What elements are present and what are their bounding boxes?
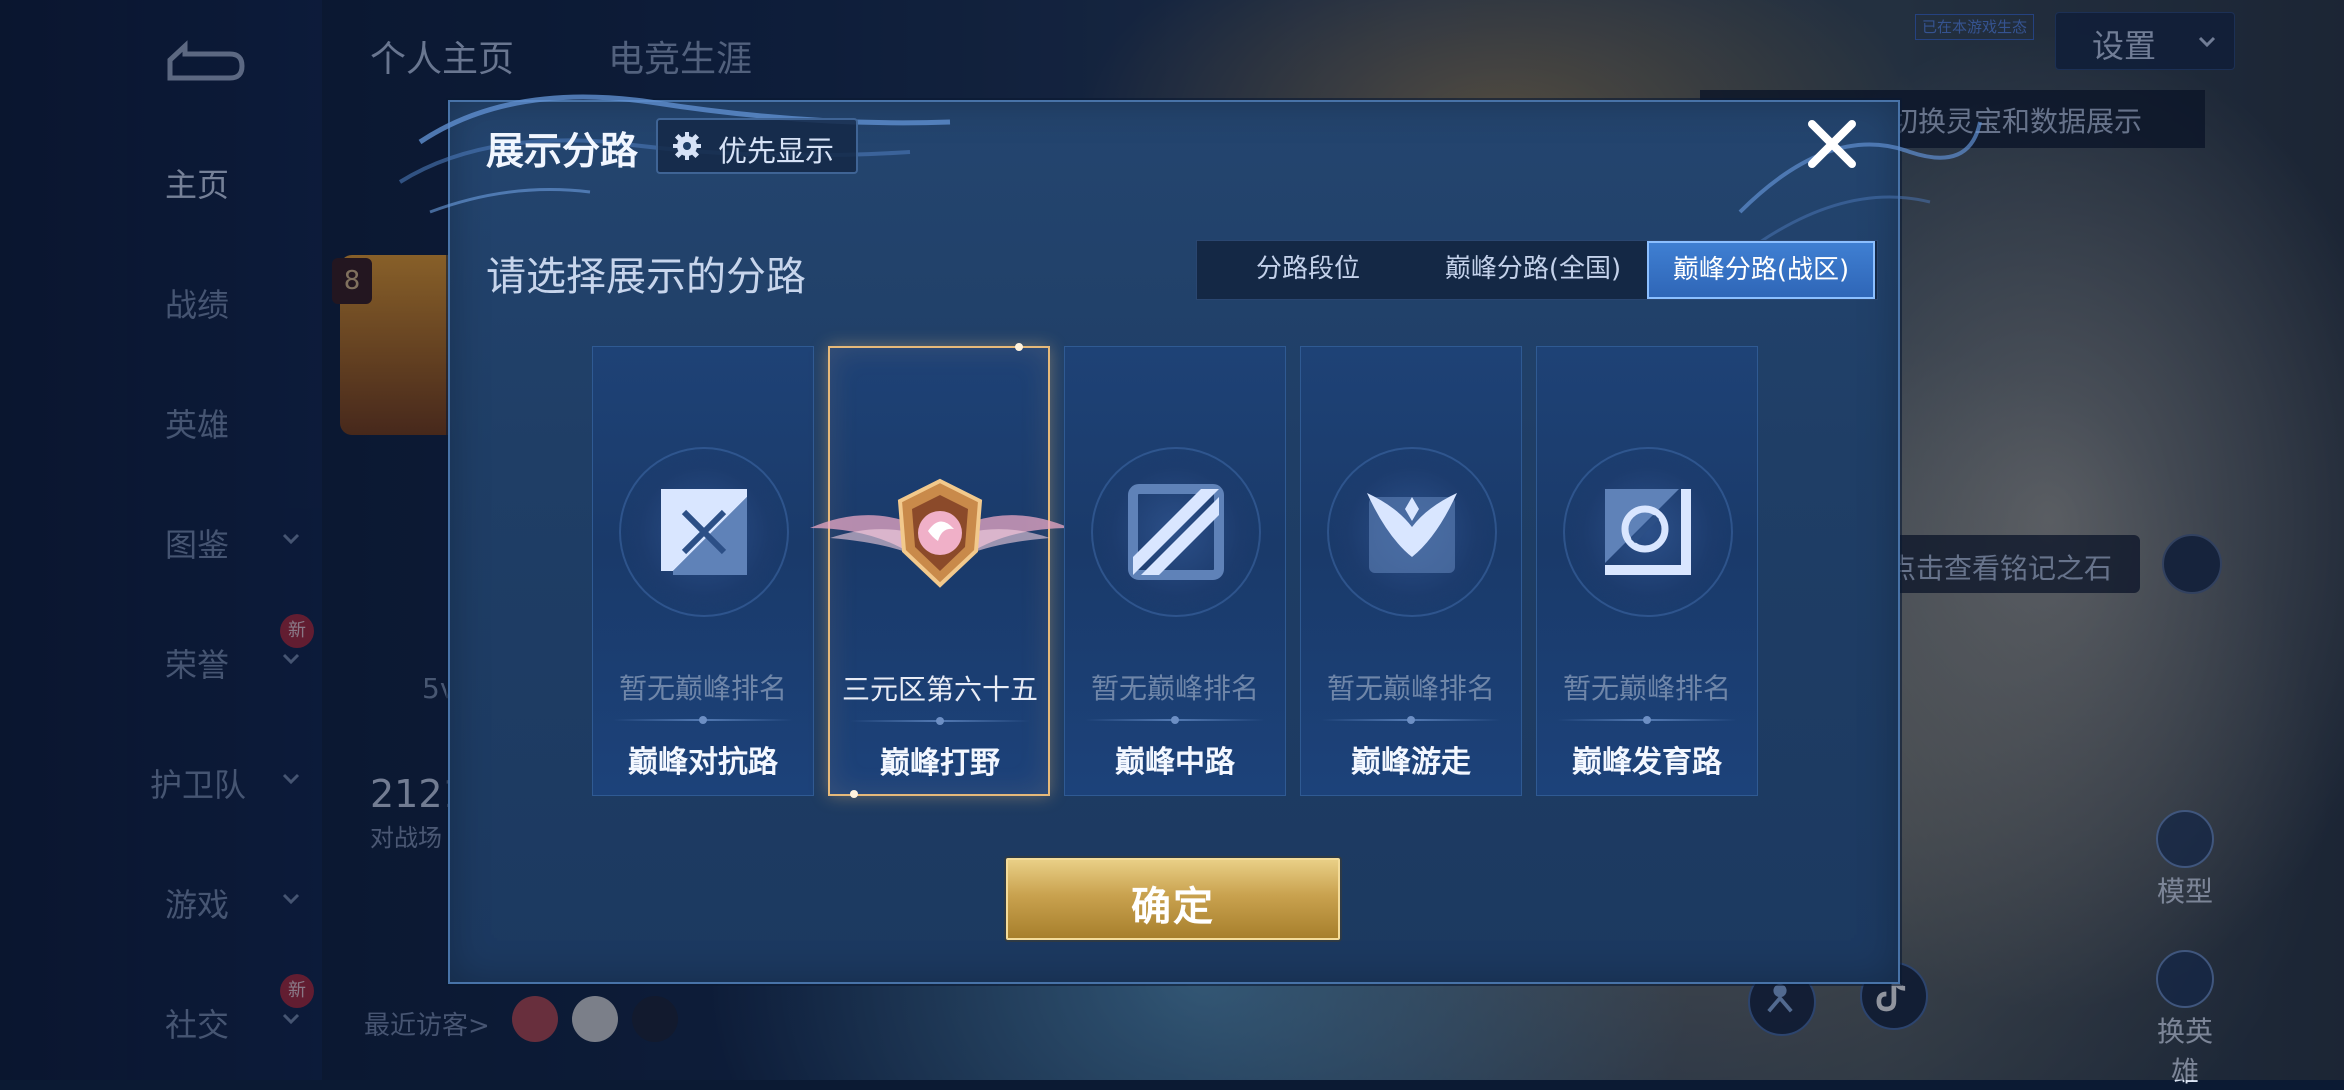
farm-lane-icon bbox=[1605, 489, 1691, 575]
selection-sparkle bbox=[850, 790, 858, 798]
lane-name: 巅峰打野 bbox=[880, 746, 1000, 781]
lane-name: 巅峰游走 bbox=[1351, 745, 1471, 780]
lane-card-mid[interactable]: 暂无巅峰排名 巅峰中路 bbox=[1064, 346, 1286, 796]
dialog-title: 展示分路 bbox=[486, 129, 639, 173]
confirm-label: 确定 bbox=[1131, 884, 1215, 930]
lane-display-dialog: 展示分路 优先显示 请选择展示的分路 分路段位 巅峰分路(全国) 巅峰分路(战区… bbox=[398, 94, 1982, 984]
rank-text: 暂无巅峰排名 bbox=[618, 672, 787, 705]
lane-card-farm[interactable]: 暂无巅峰排名 巅峰发育路 bbox=[1536, 346, 1758, 796]
lane-source-tabs: 分路段位 巅峰分路(全国) 巅峰分路(战区) bbox=[1196, 240, 1878, 300]
divider bbox=[1321, 716, 1501, 724]
tab-lane-rank[interactable]: 分路段位 bbox=[1197, 241, 1419, 299]
tab-peak-national[interactable]: 巅峰分路(全国) bbox=[1419, 241, 1647, 299]
gear-icon bbox=[673, 132, 701, 160]
selection-sparkle bbox=[1015, 343, 1023, 351]
divider bbox=[1557, 716, 1737, 724]
divider bbox=[1085, 716, 1265, 724]
confirm-button[interactable]: 确定 bbox=[1006, 858, 1340, 940]
divider bbox=[613, 716, 793, 724]
divider bbox=[850, 717, 1030, 725]
rank-text: 三元区第六十五 bbox=[841, 673, 1038, 706]
rank-text: 暂无巅峰排名 bbox=[1326, 672, 1495, 705]
rank-text: 暂无巅峰排名 bbox=[1562, 672, 1731, 705]
clash-lane-icon bbox=[661, 489, 747, 575]
priority-display-label: 优先显示 bbox=[718, 134, 835, 168]
mid-lane-icon bbox=[1128, 484, 1224, 580]
tab-peak-region[interactable]: 巅峰分路(战区) bbox=[1647, 241, 1875, 299]
lane-name: 巅峰发育路 bbox=[1572, 745, 1722, 780]
jungle-emblem-icon bbox=[897, 478, 983, 588]
select-lane-prompt: 请选择展示的分路 bbox=[486, 254, 806, 300]
lane-card-jungle[interactable]: 三元区第六十五 巅峰打野 bbox=[810, 343, 1070, 798]
close-icon[interactable] bbox=[1802, 114, 1862, 174]
rank-text: 暂无巅峰排名 bbox=[1090, 672, 1259, 705]
lane-name: 巅峰中路 bbox=[1115, 745, 1235, 780]
roam-icon bbox=[1367, 493, 1457, 573]
lane-card-roam[interactable]: 暂无巅峰排名 巅峰游走 bbox=[1300, 346, 1522, 796]
priority-display-button[interactable]: 优先显示 bbox=[656, 118, 858, 174]
lane-name: 巅峰对抗路 bbox=[628, 745, 778, 780]
lane-card-clash[interactable]: 暂无巅峰排名 巅峰对抗路 bbox=[592, 346, 814, 796]
